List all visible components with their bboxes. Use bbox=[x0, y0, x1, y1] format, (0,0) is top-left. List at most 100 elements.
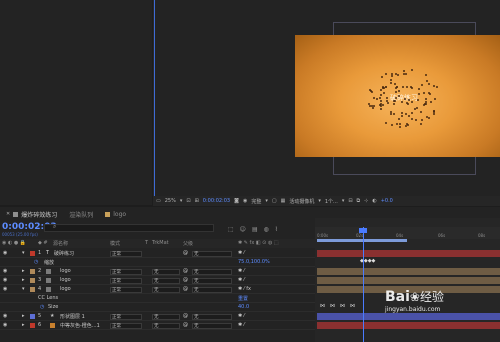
parent-dropdown[interactable]: 无 bbox=[192, 287, 232, 293]
label-color[interactable] bbox=[30, 314, 35, 319]
chevron-down-icon[interactable]: ▾ bbox=[342, 198, 345, 204]
layer-name[interactable]: 形状图层 1 bbox=[60, 313, 85, 320]
color-icon[interactable]: ◉ bbox=[243, 198, 247, 204]
current-time-indicator[interactable] bbox=[363, 227, 364, 342]
render-icon[interactable]: ⊟ bbox=[348, 198, 352, 204]
chevron-right-icon[interactable]: ▸ bbox=[22, 268, 25, 274]
layer-name[interactable]: logo bbox=[60, 286, 71, 292]
trkmat-dropdown[interactable]: 无 bbox=[152, 278, 180, 284]
layer-name[interactable]: 破碎练习 bbox=[54, 250, 74, 257]
fit-icon[interactable]: ⊡ bbox=[186, 198, 190, 204]
flowchart-icon[interactable]: ⊹ bbox=[364, 198, 368, 204]
layer-bar[interactable] bbox=[317, 322, 500, 329]
chevron-down-icon[interactable]: ▾ bbox=[22, 286, 25, 292]
eye-icon[interactable]: ◉ bbox=[3, 250, 7, 256]
shy-icon[interactable]: ☺ bbox=[240, 226, 246, 233]
property-row[interactable]: ◷ 缩放 75.0,100.0% bbox=[0, 258, 315, 267]
eye-icon[interactable]: ◉ bbox=[3, 322, 7, 328]
layer-name[interactable]: logo bbox=[60, 277, 71, 283]
switch-icons[interactable]: ✱ ⁄ bbox=[238, 250, 245, 256]
eye-icon[interactable]: ◉ bbox=[3, 286, 7, 292]
camera-icon[interactable]: ◙ bbox=[234, 198, 239, 204]
region-icon[interactable]: ▢ bbox=[272, 198, 277, 204]
work-area-bar[interactable] bbox=[317, 239, 407, 242]
layer-bar[interactable] bbox=[317, 313, 500, 320]
viewer-timecode[interactable]: 0:00:02:03 bbox=[203, 198, 230, 204]
chevron-down-icon[interactable]: ▾ bbox=[22, 250, 25, 256]
parent-dropdown[interactable]: 无 bbox=[192, 251, 232, 257]
parent-dropdown[interactable]: 无 bbox=[192, 269, 232, 275]
keyframe-icons[interactable]: ⋈⋈⋈⋈ bbox=[320, 303, 360, 309]
layer-row[interactable]: ◉ ▸ 6 中等灰色-橙色...1 正常 无 @ 无 ✱ ⁄ bbox=[0, 321, 315, 330]
composition-canvas[interactable]: 破碎练习 bbox=[295, 35, 500, 157]
trkmat-dropdown[interactable]: 无 bbox=[152, 287, 180, 293]
pickwhip-icon[interactable]: @ bbox=[183, 268, 188, 274]
property-value[interactable]: 75.0,100.0% bbox=[238, 259, 270, 265]
layer-bar[interactable] bbox=[317, 268, 500, 275]
label-color[interactable] bbox=[30, 269, 35, 274]
label-color[interactable] bbox=[30, 323, 35, 328]
close-icon[interactable]: ✕ bbox=[6, 211, 10, 217]
effect-row[interactable]: CC Lens 重置 bbox=[0, 294, 315, 303]
effect-reset-link[interactable]: 重置 bbox=[238, 295, 248, 302]
layer-row[interactable]: ◉ ▸ 2 logo 正常 无 @ 无 ✱ ⁄ bbox=[0, 267, 315, 276]
effect-name[interactable]: CC Lens bbox=[38, 295, 58, 301]
layer-name[interactable]: logo bbox=[60, 268, 71, 274]
parent-dropdown[interactable]: 无 bbox=[192, 314, 232, 320]
transparency-icon[interactable]: ▦ bbox=[281, 198, 286, 204]
switch-icons[interactable]: ✱ ⁄ fx bbox=[238, 286, 251, 292]
layer-row[interactable]: ◉ ▸ 3 logo 正常 无 @ 无 ✱ ⁄ bbox=[0, 276, 315, 285]
switch-icons[interactable]: ✱ ⁄ bbox=[238, 313, 245, 319]
trkmat-dropdown[interactable]: 无 bbox=[152, 323, 180, 329]
mode-dropdown[interactable]: 正常 bbox=[110, 251, 142, 257]
pickwhip-icon[interactable]: @ bbox=[183, 313, 188, 319]
views-dropdown[interactable]: 1个... bbox=[325, 198, 338, 205]
chevron-right-icon[interactable]: ▸ bbox=[22, 322, 25, 328]
layer-row[interactable]: ◉ ▸ 5 ★ 形状图层 1 正常 无 @ 无 ✱ ⁄ bbox=[0, 312, 315, 321]
tab-comp[interactable]: ✕ 爆炸碎效练习 bbox=[0, 209, 63, 219]
pickwhip-icon[interactable]: @ bbox=[183, 250, 188, 256]
layers-icon[interactable]: ⧉ bbox=[357, 198, 361, 204]
chevron-right-icon[interactable]: ▸ bbox=[22, 277, 25, 283]
tab-render-queue[interactable]: 渲染队列 bbox=[63, 209, 99, 219]
mode-dropdown[interactable]: 正常 bbox=[110, 314, 142, 320]
chevron-down-icon[interactable]: ▾ bbox=[318, 198, 321, 204]
switch-icons[interactable]: ✱ ⁄ bbox=[238, 268, 245, 274]
motion-blur-icon[interactable]: ◍ bbox=[264, 226, 269, 233]
grid-icon[interactable]: ⊞ bbox=[195, 198, 199, 204]
tab-logo[interactable]: logo bbox=[99, 209, 132, 219]
eye-icon[interactable]: ◉ bbox=[3, 277, 7, 283]
quality-dropdown[interactable]: 完整 bbox=[251, 198, 261, 205]
switch-icons[interactable]: ✱ ⁄ bbox=[238, 277, 245, 283]
pickwhip-icon[interactable]: @ bbox=[183, 277, 188, 283]
trkmat-dropdown[interactable]: 无 bbox=[152, 314, 180, 320]
mode-dropdown[interactable]: 正常 bbox=[110, 323, 142, 329]
layer-bar[interactable] bbox=[317, 277, 500, 284]
layer-row[interactable]: ◉ ▾ 1 T 破碎练习 正常 @ 无 ✱ ⁄ bbox=[0, 249, 315, 258]
exposure-value[interactable]: +0.0 bbox=[381, 198, 393, 204]
header-mode[interactable]: 模式 bbox=[110, 240, 120, 247]
mode-dropdown[interactable]: 正常 bbox=[110, 269, 142, 275]
cti-handle[interactable] bbox=[359, 228, 367, 233]
layer-search-input[interactable] bbox=[44, 224, 214, 232]
label-color[interactable] bbox=[30, 278, 35, 283]
chevron-down-icon[interactable]: ▾ bbox=[180, 198, 183, 204]
pickwhip-icon[interactable]: @ bbox=[183, 286, 188, 292]
header-trkmat[interactable]: TrkMat bbox=[152, 240, 169, 246]
camera-dropdown[interactable]: 活动摄像机 bbox=[289, 198, 314, 205]
label-color[interactable] bbox=[30, 287, 35, 292]
header-source-name[interactable]: 源名称 bbox=[53, 240, 68, 247]
pickwhip-icon[interactable]: @ bbox=[183, 322, 188, 328]
layer-row[interactable]: ◉ ▾ 4 logo 正常 无 @ 无 ✱ ⁄ fx bbox=[0, 285, 315, 294]
layer-bar[interactable] bbox=[317, 250, 500, 257]
mode-dropdown[interactable]: 正常 bbox=[110, 278, 142, 284]
eye-icon[interactable]: ◉ bbox=[3, 268, 7, 274]
frame-blend-icon[interactable]: ▤ bbox=[252, 226, 258, 233]
eye-icon[interactable]: ◉ bbox=[3, 313, 7, 319]
mode-dropdown[interactable]: 正常 bbox=[110, 287, 142, 293]
draft-3d-icon[interactable]: ⬚ bbox=[228, 226, 234, 233]
property-value[interactable]: 40.0 bbox=[238, 304, 249, 310]
chevron-right-icon[interactable]: ▸ bbox=[22, 313, 25, 319]
exposure-icon[interactable]: ◐ bbox=[372, 198, 376, 204]
switch-icons[interactable]: ✱ ⁄ bbox=[238, 322, 245, 328]
